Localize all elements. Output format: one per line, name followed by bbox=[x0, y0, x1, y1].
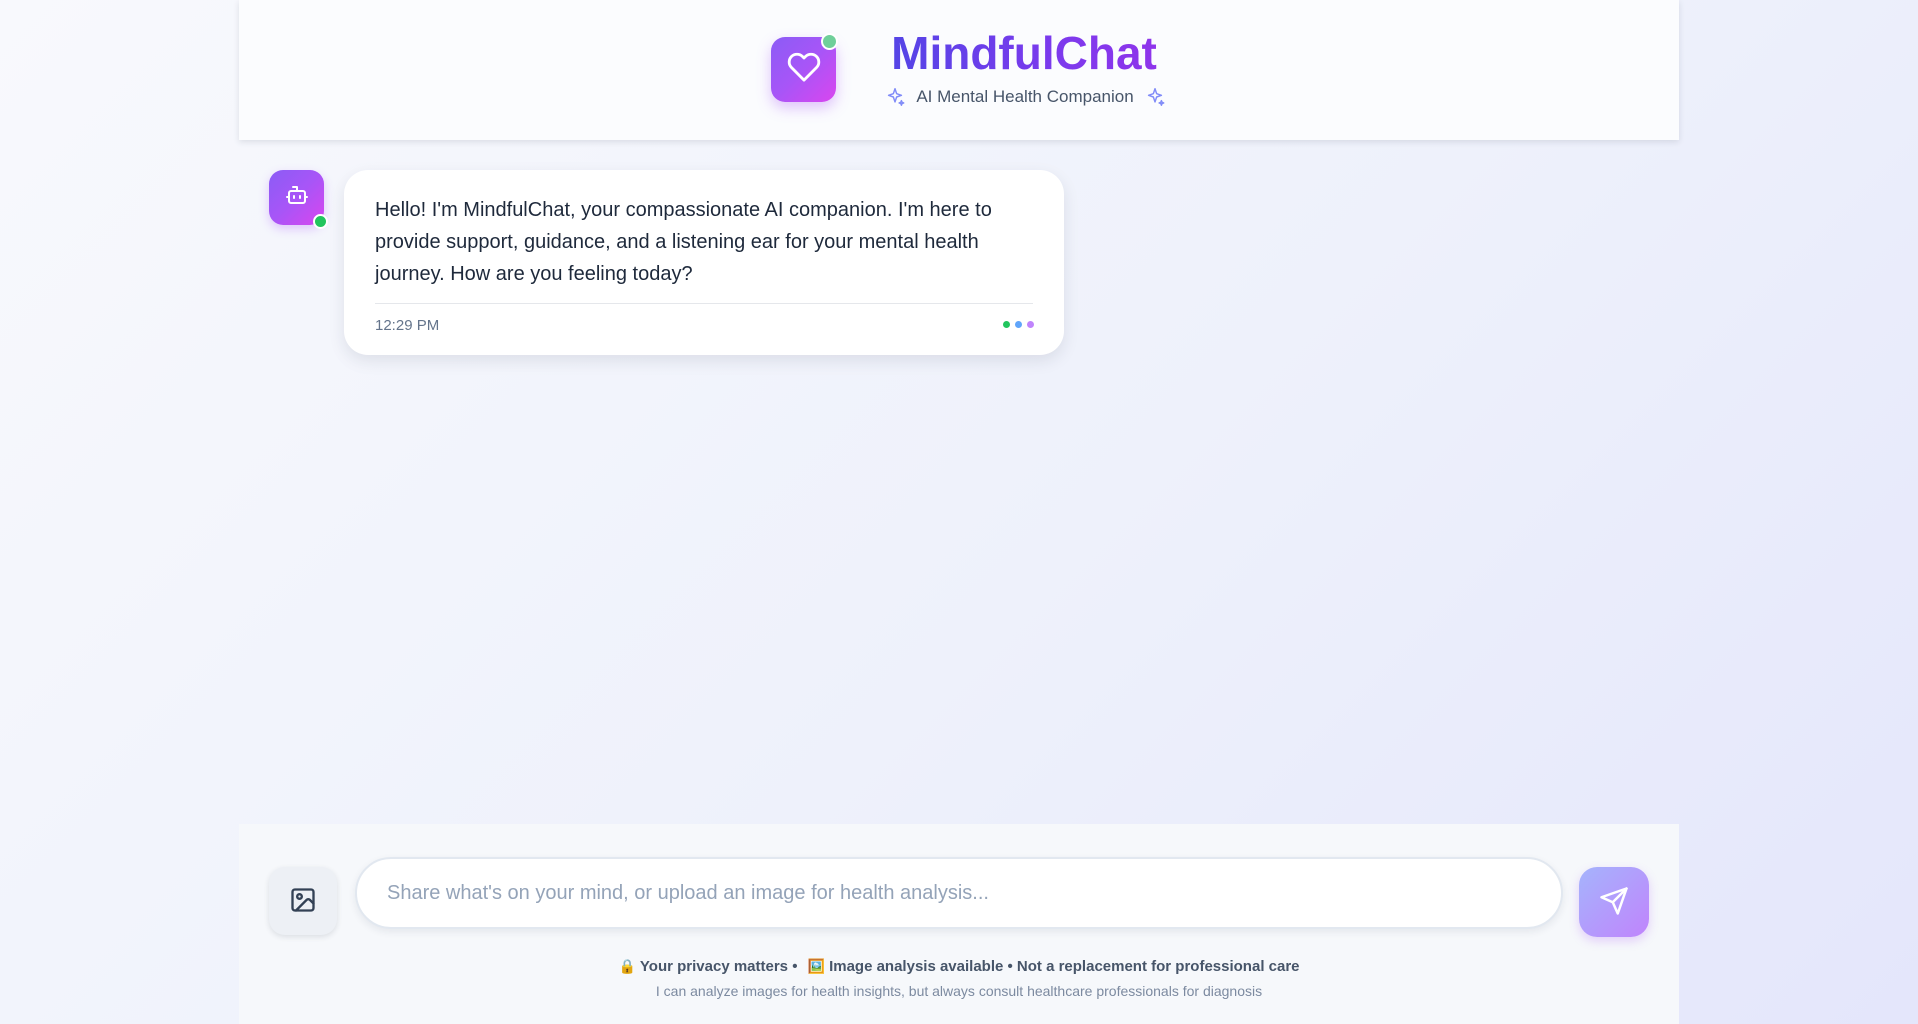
picture-icon: 🖼️ bbox=[807, 958, 826, 974]
heart-icon bbox=[787, 50, 821, 89]
sparkle-icon bbox=[1144, 86, 1166, 108]
app-subtitle: AI Mental Health Companion bbox=[916, 87, 1134, 106]
subtitle-row: AI Mental Health Companion bbox=[855, 85, 1195, 109]
status-dot bbox=[1015, 321, 1022, 328]
logo-status-indicator bbox=[821, 33, 838, 50]
image-analysis-text: Image analysis available • Not a replace… bbox=[829, 958, 1300, 975]
upload-image-button[interactable] bbox=[269, 867, 337, 935]
image-icon bbox=[289, 886, 317, 917]
send-button[interactable] bbox=[1579, 867, 1649, 937]
app-container: MindfulChat AI Mental Health Companion H… bbox=[239, 0, 1679, 1024]
privacy-notice: 🔒 Your privacy matters • 🖼️ Image analysis… bbox=[239, 958, 1679, 975]
app-title: MindfulChat bbox=[869, 26, 1179, 81]
privacy-text: Your privacy matters • bbox=[639, 958, 798, 975]
bot-online-indicator bbox=[313, 214, 328, 229]
message-input[interactable] bbox=[355, 857, 1563, 929]
status-dot bbox=[1003, 321, 1010, 328]
app-header: MindfulChat AI Mental Health Companion bbox=[239, 0, 1679, 140]
message-status-dots bbox=[1003, 321, 1034, 328]
send-icon bbox=[1599, 886, 1629, 919]
message-divider bbox=[375, 303, 1033, 304]
robot-icon bbox=[285, 183, 309, 212]
medical-disclaimer: I can analyze images for health insights… bbox=[655, 983, 1263, 999]
status-dot bbox=[1027, 321, 1034, 328]
composer-footer: 🔒Your privacy matters • 🖼️Image analysis… bbox=[239, 824, 1679, 1024]
message-timestamp: 12:29 PM bbox=[375, 317, 440, 334]
lock-icon: 🔒 bbox=[618, 958, 636, 974]
sparkle-icon bbox=[884, 86, 906, 108]
message-bubble: Hello! I'm MindfulChat, your compassiona… bbox=[344, 170, 1064, 355]
message-text: Hello! I'm MindfulChat, your compassiona… bbox=[375, 199, 992, 285]
